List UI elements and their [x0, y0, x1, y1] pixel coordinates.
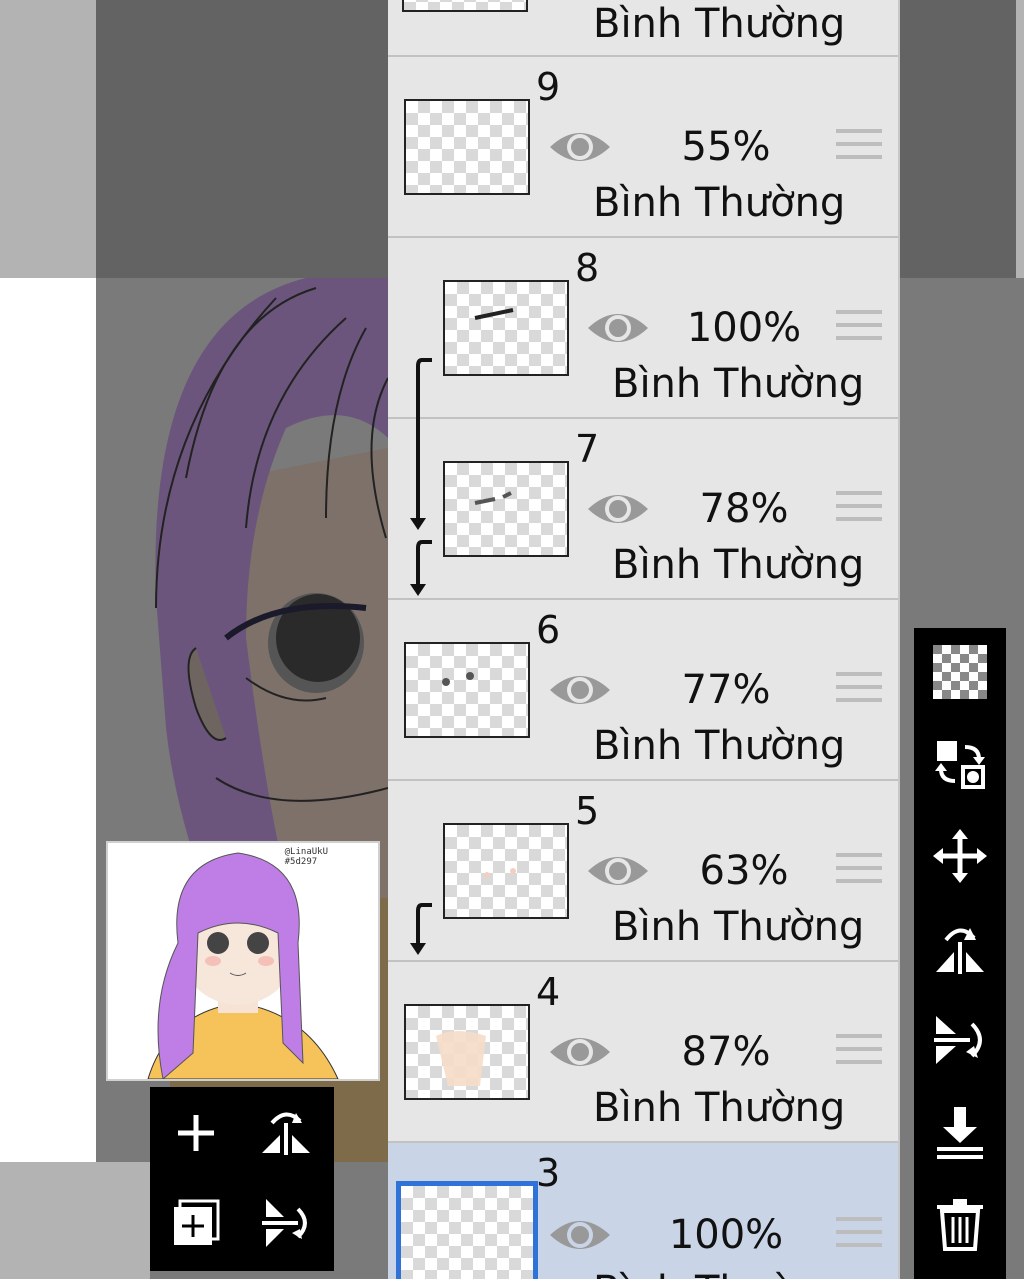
layer-row-selected[interactable]: 3 100% Bình Thường	[388, 1143, 898, 1279]
layer-thumbnail	[404, 642, 530, 738]
layer-number: 5	[575, 789, 600, 833]
layer-number: 7	[575, 427, 600, 471]
preview-watermark: @LinaUkU #5d297	[285, 847, 328, 867]
layer-blend-mode[interactable]: Bình Thường	[593, 1, 845, 47]
layer-opacity[interactable]: 87%	[646, 1029, 806, 1075]
layer-opacity[interactable]: 78%	[664, 486, 824, 532]
canvas-preview[interactable]: @LinaUkU #5d297	[106, 841, 380, 1081]
layer-row[interactable]: 6 77% Bình Thường	[388, 600, 898, 781]
canvas-top-area	[96, 0, 388, 278]
layer-blend-mode[interactable]: Bình Thường	[593, 1085, 845, 1131]
add-copy-icon	[174, 1199, 220, 1245]
flip-vertical-button[interactable]	[256, 1193, 316, 1253]
eye-icon[interactable]	[586, 308, 650, 348]
trash-icon	[937, 1199, 983, 1251]
eye-icon[interactable]	[586, 489, 650, 529]
layer-opacity[interactable]: 55%	[646, 124, 806, 170]
layer-thumbnail	[443, 823, 569, 919]
watermark-line-1: @LinaUkU	[284, 847, 328, 857]
layer-opacity[interactable]: 100%	[646, 1212, 806, 1258]
drag-handle-icon[interactable]	[836, 129, 882, 165]
clipping-arrow-icon	[410, 903, 432, 955]
layer-opacity[interactable]: 77%	[646, 667, 806, 713]
layer-thumbnail	[443, 461, 569, 557]
merge-down-icon	[937, 1107, 983, 1159]
drag-handle-icon[interactable]	[836, 1034, 882, 1070]
canvas-right-top	[900, 0, 1024, 278]
layer-number: 6	[536, 608, 561, 652]
eye-icon[interactable]	[548, 1215, 612, 1255]
layer-number: 9	[536, 65, 561, 109]
layer-panel[interactable]: Bình Thường 9 55% Bình Thường 8 100% Bìn…	[388, 0, 900, 1279]
layer-number: 4	[536, 970, 561, 1014]
canvas-top-left-area	[0, 0, 96, 278]
layer-opacity[interactable]: 63%	[664, 848, 824, 894]
layer-blend-mode[interactable]: Bình Thường	[593, 180, 845, 226]
drag-handle-icon[interactable]	[836, 1217, 882, 1253]
move-icon	[933, 829, 987, 883]
watermark-line-2: #5d297	[284, 857, 318, 867]
clipping-arrow-icon	[410, 358, 432, 596]
flip-horizontal-icon	[936, 928, 984, 974]
drag-handle-icon[interactable]	[836, 853, 882, 889]
merge-down-button[interactable]	[928, 1100, 992, 1164]
eye-icon[interactable]	[586, 851, 650, 891]
add-layer-icon	[178, 1115, 214, 1151]
flip-vertical-icon	[934, 1016, 982, 1064]
layer-blend-mode[interactable]: Bình Thường	[612, 361, 864, 407]
layer-row[interactable]: 7 78% Bình Thường	[388, 419, 898, 600]
drag-handle-icon[interactable]	[836, 310, 882, 346]
delete-layer-button[interactable]	[928, 1192, 992, 1256]
drag-handle-icon[interactable]	[836, 491, 882, 527]
transparency-checker-icon	[933, 645, 987, 699]
layer-thumbnail	[404, 1004, 530, 1100]
flip-vertical-icon	[262, 1199, 307, 1247]
flip-horizontal-button[interactable]	[928, 916, 992, 980]
layer-thumbnail	[443, 280, 569, 376]
eye-icon[interactable]	[548, 127, 612, 167]
layer-tool-bar	[914, 628, 1006, 1279]
canvas-bottom-left	[0, 1162, 150, 1279]
layer-thumbnail	[404, 99, 530, 195]
canvas-left-white	[0, 278, 96, 1162]
layer-row[interactable]: 9 55% Bình Thường	[388, 57, 898, 238]
swap-layers-icon	[935, 741, 985, 789]
drag-handle-icon[interactable]	[836, 672, 882, 708]
flip-horizontal-button[interactable]	[256, 1103, 316, 1163]
layer-blend-mode[interactable]: Bình Thường	[593, 1268, 845, 1279]
eye-icon[interactable]	[548, 670, 612, 710]
layer-row[interactable]: 4 87% Bình Thường	[388, 962, 898, 1143]
layer-thumbnail	[396, 1181, 538, 1279]
layer-number: 3	[536, 1151, 561, 1195]
layer-blend-mode[interactable]: Bình Thường	[593, 723, 845, 769]
move-button[interactable]	[928, 824, 992, 888]
layer-number: 8	[575, 246, 600, 290]
add-copy-layer-button[interactable]	[166, 1193, 226, 1253]
layer-opacity[interactable]: 100%	[664, 305, 824, 351]
transparency-button[interactable]	[928, 640, 992, 704]
flip-vertical-button[interactable]	[928, 1008, 992, 1072]
layer-thumbnail	[402, 0, 528, 12]
layer-row[interactable]: Bình Thường	[388, 0, 898, 57]
layer-row[interactable]: 8 100% Bình Thường	[388, 238, 898, 419]
eye-icon[interactable]	[548, 1032, 612, 1072]
layer-blend-mode[interactable]: Bình Thường	[612, 904, 864, 950]
layer-mini-toolbar	[150, 1087, 334, 1271]
layer-row[interactable]: 5 63% Bình Thường	[388, 781, 898, 962]
flip-horizontal-icon	[262, 1112, 310, 1155]
canvas-right-edge	[1016, 0, 1024, 278]
swap-layers-button[interactable]	[928, 732, 992, 796]
add-layer-button[interactable]	[166, 1103, 226, 1163]
preview-illustration	[108, 843, 378, 1079]
layer-blend-mode[interactable]: Bình Thường	[612, 542, 864, 588]
